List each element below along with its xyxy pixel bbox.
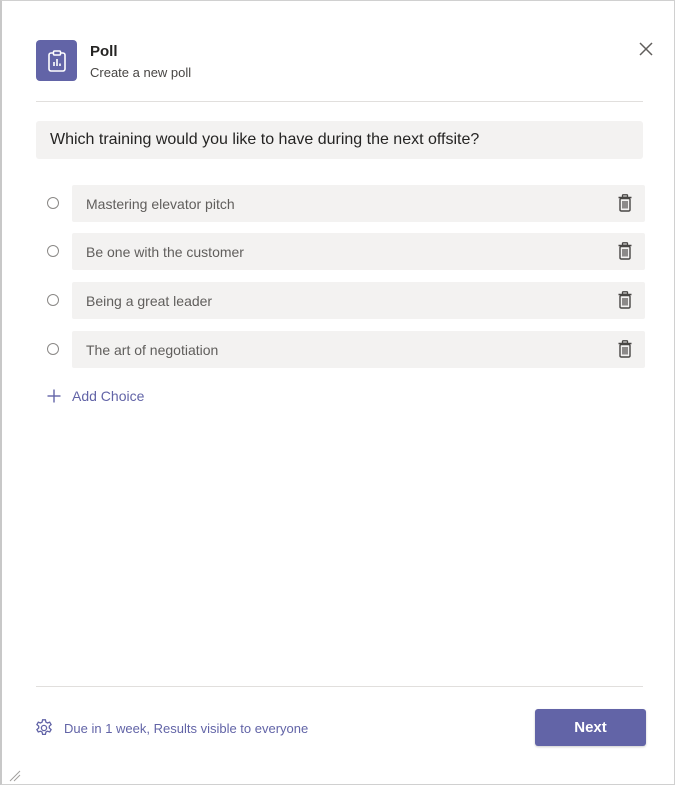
question-input[interactable]: Which training would you like to have du… bbox=[36, 121, 643, 159]
dialog-subtitle: Create a new poll bbox=[90, 65, 192, 80]
choice-input[interactable]: The art of negotiation bbox=[72, 331, 645, 368]
trash-icon bbox=[618, 291, 632, 309]
trash-icon bbox=[618, 242, 632, 260]
close-icon bbox=[639, 42, 653, 56]
choice-input[interactable]: Being a great leader bbox=[72, 282, 645, 319]
close-button[interactable] bbox=[634, 37, 658, 61]
next-button[interactable]: Next bbox=[535, 709, 646, 746]
choice-radio[interactable] bbox=[47, 197, 59, 209]
choice-input[interactable]: Be one with the customer bbox=[72, 233, 645, 270]
footer-divider bbox=[36, 686, 643, 687]
delete-choice-button[interactable] bbox=[615, 339, 635, 359]
plus-icon bbox=[47, 389, 61, 403]
header-divider bbox=[36, 101, 643, 102]
choice-radio[interactable] bbox=[47, 245, 59, 257]
delete-choice-button[interactable] bbox=[615, 241, 635, 261]
choice-row-1: Mastering elevator pitch bbox=[36, 185, 645, 222]
choice-text: Mastering elevator pitch bbox=[86, 195, 235, 212]
choice-row-4: The art of negotiation bbox=[36, 331, 645, 368]
gear-icon bbox=[36, 719, 52, 736]
poll-settings-text: Due in 1 week, Results visible to everyo… bbox=[64, 720, 309, 736]
choice-text: The art of negotiation bbox=[86, 341, 219, 358]
poll-clipboard-icon bbox=[36, 40, 77, 81]
delete-choice-button[interactable] bbox=[615, 290, 635, 310]
choice-radio[interactable] bbox=[47, 294, 59, 306]
poll-settings-link[interactable]: Due in 1 week, Results visible to everyo… bbox=[34, 717, 308, 739]
trash-icon bbox=[618, 194, 632, 212]
delete-choice-button[interactable] bbox=[615, 193, 635, 213]
choice-text: Be one with the customer bbox=[86, 243, 244, 260]
add-choice-button[interactable]: Add Choice bbox=[46, 386, 144, 406]
trash-icon bbox=[618, 340, 632, 358]
choice-input[interactable]: Mastering elevator pitch bbox=[72, 185, 645, 222]
choice-row-3: Being a great leader bbox=[36, 282, 645, 319]
add-choice-label: Add Choice bbox=[72, 388, 145, 404]
choice-text: Being a great leader bbox=[86, 292, 213, 309]
choice-row-2: Be one with the customer bbox=[36, 233, 645, 270]
resize-grip-icon[interactable] bbox=[9, 770, 21, 782]
choice-radio[interactable] bbox=[47, 343, 59, 355]
dialog-title: Poll bbox=[90, 43, 118, 60]
